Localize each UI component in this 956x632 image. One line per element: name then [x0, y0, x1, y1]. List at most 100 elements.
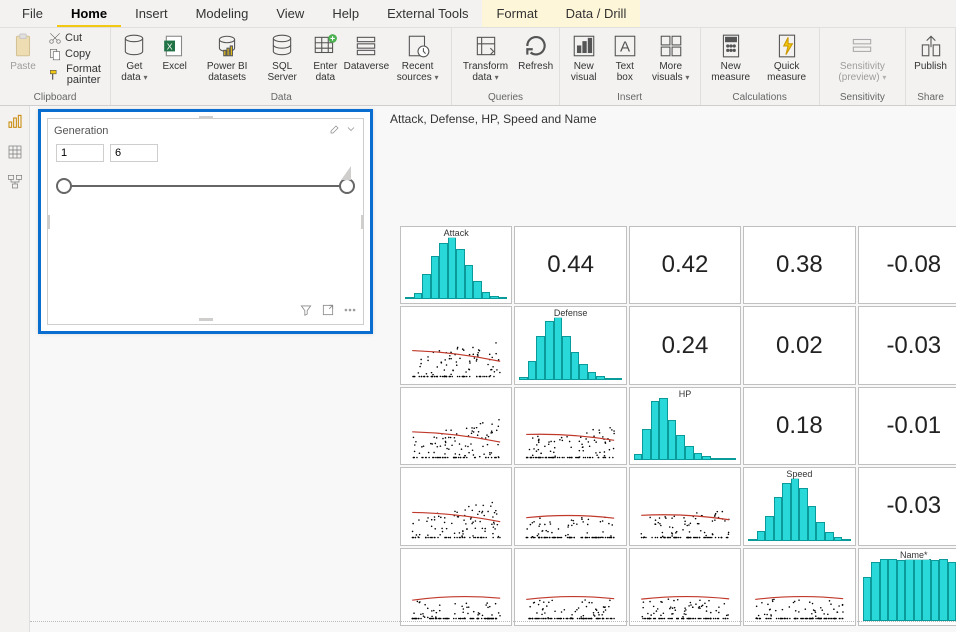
chevron-down-icon[interactable]: [345, 123, 357, 138]
dataverse-icon: [352, 32, 380, 60]
matrix-scatter-Speed-Attack: [400, 467, 512, 545]
cut-button[interactable]: Cut: [44, 30, 106, 46]
sensitivity-group-label: Sensitivity: [836, 92, 889, 105]
correlation-matrix-visual[interactable]: Attack0.440.420.38-0.08Defense0.240.02-0…: [400, 226, 956, 626]
tab-home[interactable]: Home: [57, 0, 121, 27]
view-rail: [0, 106, 30, 632]
matrix-scatter-Name*-HP: [629, 548, 741, 626]
clipboard-icon: [9, 32, 37, 60]
sensitivity-button[interactable]: Sensitivity (preview) ▾: [824, 30, 902, 85]
text-box-button[interactable]: A Text box: [606, 30, 644, 85]
publish-button[interactable]: Publish: [910, 30, 951, 74]
ribbon-tabs: File Home Insert Modeling View Help Exte…: [0, 0, 956, 28]
format-painter-button[interactable]: Format painter: [44, 62, 106, 87]
tab-data-drill[interactable]: Data / Drill: [552, 0, 641, 27]
get-data-button[interactable]: Get data ▾: [115, 30, 154, 85]
matrix-corr-Defense-HP: 0.24: [629, 306, 741, 384]
slider-handle-right[interactable]: [339, 178, 355, 194]
new-visual-button[interactable]: New visual: [564, 30, 604, 85]
pbi-label: Power BI datasets: [200, 61, 255, 83]
filter-icon[interactable]: [299, 303, 313, 320]
dataverse-label: Dataverse: [344, 61, 390, 72]
slicer-from-input[interactable]: [56, 144, 104, 162]
new-measure-button[interactable]: New measure: [705, 30, 757, 85]
report-canvas[interactable]: Generation: [30, 106, 956, 632]
powerbi-datasets-button[interactable]: Power BI datasets: [196, 30, 259, 85]
slicer-to-input[interactable]: [110, 144, 158, 162]
copy-button[interactable]: Copy: [44, 46, 106, 62]
refresh-icon: [522, 32, 550, 60]
excel-icon: X: [161, 32, 189, 60]
matrix-corr-HP-Speed: 0.18: [743, 387, 855, 465]
recent-label: Recent sources ▾: [392, 61, 444, 83]
calculator-icon: [717, 32, 745, 60]
more-options-icon[interactable]: [343, 303, 357, 320]
cut-label: Cut: [65, 33, 82, 44]
main-area: Generation: [0, 106, 956, 632]
svg-text:A: A: [620, 38, 631, 55]
enter-data-button[interactable]: Enter data: [306, 30, 345, 85]
calc-group-label: Calculations: [728, 92, 790, 105]
focus-mode-icon[interactable]: [321, 303, 335, 320]
tab-file[interactable]: File: [8, 0, 57, 27]
publish-label: Publish: [914, 61, 947, 72]
format-painter-label: Format painter: [65, 64, 102, 86]
textbox-label: Text box: [610, 61, 640, 83]
newmeasure-label: New measure: [709, 61, 753, 83]
sqlserver-icon: [268, 32, 296, 60]
tab-insert[interactable]: Insert: [121, 0, 182, 27]
refresh-button[interactable]: Refresh: [517, 30, 555, 74]
matrix-scatter-HP-Defense: [514, 387, 626, 465]
excel-button[interactable]: XExcel: [156, 30, 194, 74]
matrix-corr-Attack-Speed: 0.38: [743, 226, 855, 304]
ribbon: Paste Cut Copy Format painter Clipboard …: [0, 28, 956, 106]
database-icon: [120, 32, 148, 60]
matrix-diag-Name*: Name*: [858, 548, 956, 626]
matrix-corr-HP-Name*: -0.01: [858, 387, 956, 465]
matrix-corr-Attack-Name*: -0.08: [858, 226, 956, 304]
eraser-icon[interactable]: [329, 123, 341, 138]
report-view-button[interactable]: [4, 112, 26, 132]
matrix-diag-HP: HP: [629, 387, 741, 465]
matrix-scatter-Speed-Defense: [514, 467, 626, 545]
model-view-button[interactable]: [4, 172, 26, 192]
paste-button[interactable]: Paste: [4, 30, 42, 74]
refresh-label: Refresh: [518, 61, 553, 72]
more-visuals-icon: [657, 32, 685, 60]
slicer-visual-selected[interactable]: Generation: [38, 109, 373, 334]
sensitivity-label: Sensitivity (preview) ▾: [828, 61, 898, 83]
recent-sources-button[interactable]: Recent sources ▾: [388, 30, 448, 85]
copy-label: Copy: [65, 49, 91, 60]
tab-external-tools[interactable]: External Tools: [373, 0, 482, 27]
matrix-scatter-Name*-Defense: [514, 548, 626, 626]
publish-icon: [917, 32, 945, 60]
slicer-range[interactable]: [64, 176, 347, 196]
enter-label: Enter data: [310, 61, 341, 83]
data-view-button[interactable]: [4, 142, 26, 162]
sensitivity-icon: [848, 32, 876, 60]
chart-icon: [570, 32, 598, 60]
slider-handle-left[interactable]: [56, 178, 72, 194]
queries-group-label: Queries: [484, 92, 527, 105]
dataverse-button[interactable]: Dataverse: [347, 30, 386, 74]
recent-icon: [404, 32, 432, 60]
quickmeasure-label: Quick measure: [763, 61, 811, 83]
tab-modeling[interactable]: Modeling: [182, 0, 263, 27]
slicer-title: Generation: [54, 125, 108, 137]
transform-icon: [472, 32, 500, 60]
matrix-corr-Attack-Defense: 0.44: [514, 226, 626, 304]
matrix-scatter-Name*-Attack: [400, 548, 512, 626]
matrix-scatter-Defense-Attack: [400, 306, 512, 384]
matrix-scatter-HP-Attack: [400, 387, 512, 465]
sql-server-button[interactable]: SQL Server: [261, 30, 304, 85]
matrix-scatter-Name*-Speed: [743, 548, 855, 626]
more-visuals-button[interactable]: More visuals ▾: [646, 30, 696, 85]
textbox-icon: A: [611, 32, 639, 60]
get-data-label: Get data ▾: [119, 61, 150, 83]
quick-measure-button[interactable]: Quick measure: [759, 30, 815, 85]
tab-view[interactable]: View: [262, 0, 318, 27]
transform-data-button[interactable]: Transform data ▾: [456, 30, 514, 85]
tab-format[interactable]: Format: [482, 0, 551, 27]
tab-help[interactable]: Help: [318, 0, 373, 27]
matrix-diag-Attack: Attack: [400, 226, 512, 304]
